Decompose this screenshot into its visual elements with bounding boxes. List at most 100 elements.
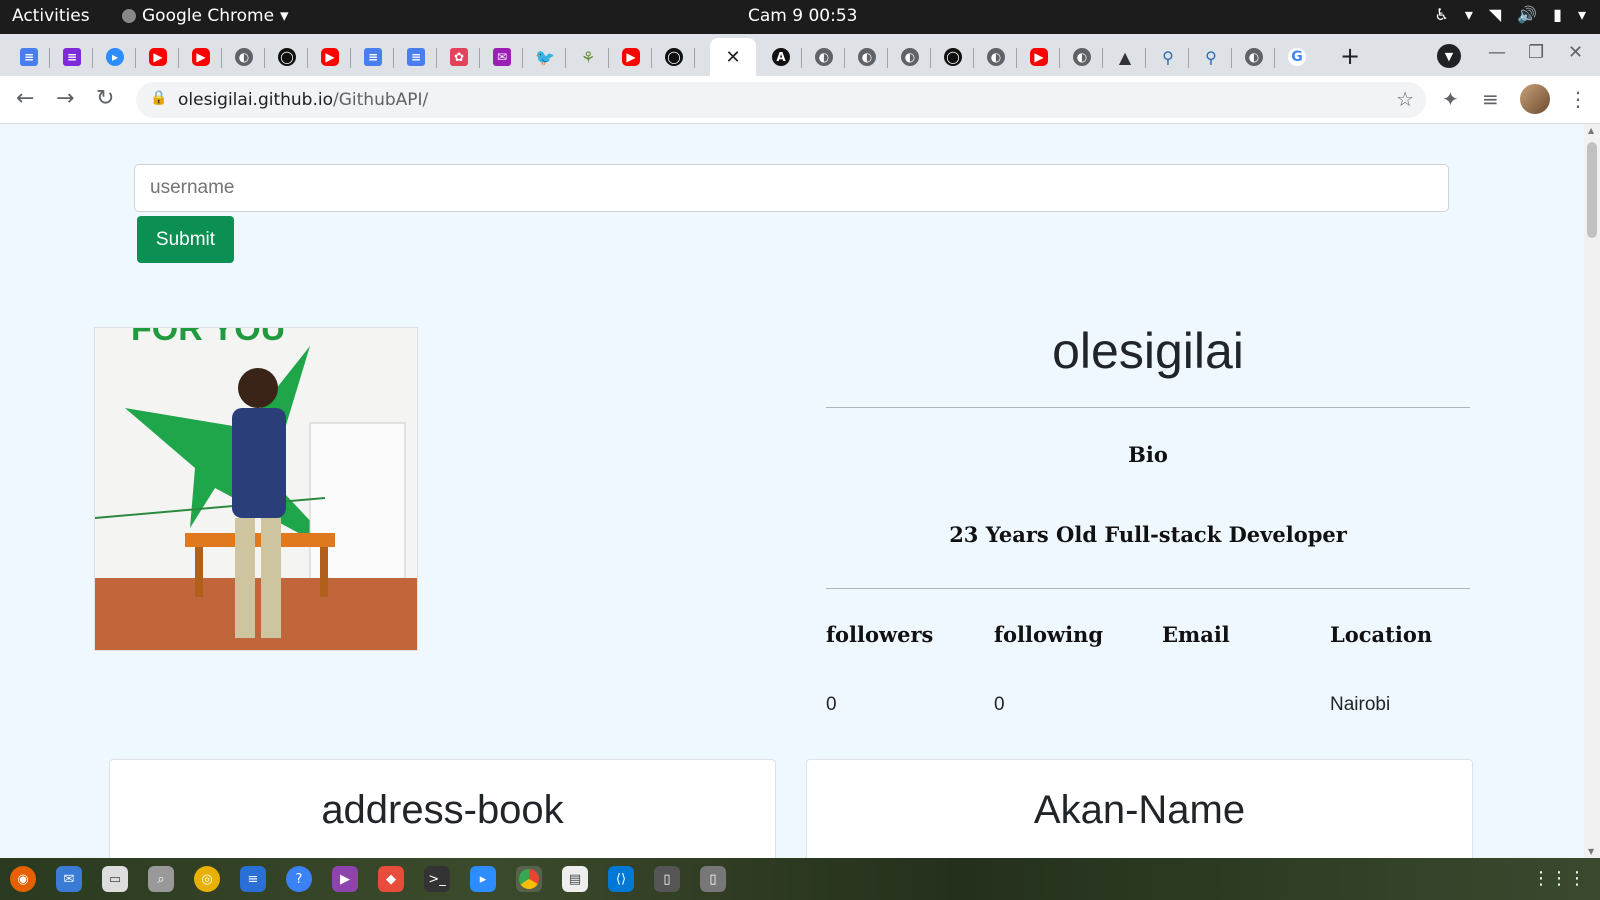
files-icon[interactable]: ▭ — [102, 866, 128, 892]
repo-name[interactable]: address-book — [110, 788, 775, 833]
tab[interactable]: ◯ — [653, 38, 695, 76]
zoom-icon: ▸ — [106, 48, 124, 66]
system-tray[interactable]: ♿ ▾ ◥ 🔊 ▮ ▾ — [1435, 5, 1586, 24]
scrollbar-thumb[interactable] — [1587, 142, 1597, 238]
forward-icon[interactable]: → — [56, 86, 74, 111]
writer-icon[interactable]: ≡ — [240, 866, 266, 892]
usb-drive-icon[interactable]: ▯ — [654, 866, 680, 892]
show-apps-icon[interactable]: ⋮⋮⋮ — [1532, 868, 1586, 889]
globe-icon: ◐ — [901, 48, 919, 66]
reload-icon[interactable]: ↻ — [96, 86, 114, 111]
window-close-icon[interactable]: ✕ — [1568, 42, 1583, 63]
tab[interactable]: ⚲ — [1147, 38, 1189, 76]
battery-icon: ▮ — [1553, 5, 1562, 24]
tab[interactable]: ▶ — [1018, 38, 1060, 76]
tab[interactable]: ✉ — [481, 38, 523, 76]
minimize-icon[interactable]: — — [1488, 42, 1506, 63]
location-value: Nairobi — [1330, 694, 1391, 715]
tab[interactable]: ▸ — [94, 38, 136, 76]
tree-icon: ⚘ — [580, 47, 596, 67]
clock[interactable]: Cam 9 00:53 — [748, 6, 857, 26]
tab[interactable]: ▶ — [309, 38, 351, 76]
tab[interactable]: ≡ — [352, 38, 394, 76]
close-icon[interactable]: ✕ — [725, 47, 740, 68]
new-tab-button[interactable]: + — [1334, 40, 1366, 72]
media-control-icon[interactable]: ≡ — [1482, 87, 1499, 111]
tab[interactable]: ⚘ — [567, 38, 609, 76]
restore-icon[interactable]: ❐ — [1528, 42, 1544, 63]
image-viewer-icon[interactable]: ⌕ — [148, 866, 174, 892]
repo-name[interactable]: Akan-Name — [807, 788, 1472, 833]
repo-card[interactable]: Akan-Name — [806, 759, 1473, 858]
tab[interactable]: ◐ — [1061, 38, 1103, 76]
tab[interactable]: ≡ — [51, 38, 93, 76]
tab[interactable]: ▶ — [610, 38, 652, 76]
bio-label: Bio — [1128, 442, 1168, 467]
following-label: following — [994, 622, 1104, 647]
vscode-icon[interactable]: ⟨⟩ — [608, 866, 634, 892]
scroll-down-icon[interactable]: ▼ — [1588, 847, 1594, 856]
tab[interactable]: ◐ — [889, 38, 931, 76]
tab[interactable]: ▶ — [137, 38, 179, 76]
tab[interactable]: G — [1276, 38, 1318, 76]
lock-icon[interactable]: 🔒 — [150, 90, 167, 106]
tab[interactable]: ◯ — [266, 38, 308, 76]
submit-button[interactable]: Submit — [137, 216, 234, 263]
avatar[interactable] — [1520, 84, 1550, 114]
tab[interactable]: ◐ — [975, 38, 1017, 76]
repo-card[interactable]: address-book — [109, 759, 776, 858]
chevron-down-icon: ▾ — [1577, 5, 1586, 24]
firefox-icon[interactable]: ◉ — [10, 866, 36, 892]
username-input[interactable] — [134, 164, 1449, 212]
graduation-cap-icon: ▲ — [1118, 47, 1132, 67]
tab[interactable]: 🐦 — [524, 38, 566, 76]
help-icon[interactable]: ? — [286, 866, 312, 892]
app-menu[interactable]: Google Chrome ▾ — [122, 6, 289, 26]
url-text[interactable]: olesigilai.github.io/GithubAPI/ — [178, 90, 428, 110]
removable-drive-icon[interactable]: ▯ — [700, 866, 726, 892]
anydesk-icon[interactable]: ◆ — [378, 866, 404, 892]
document-viewer-icon[interactable]: ▤ — [562, 866, 588, 892]
chrome-icon[interactable] — [516, 866, 542, 892]
docs-icon: ≡ — [407, 48, 425, 66]
tab[interactable]: ▲ — [1104, 38, 1146, 76]
youtube-icon: ▶ — [149, 48, 167, 66]
menu-dots-icon[interactable]: ⋮ — [1568, 87, 1588, 111]
globe-icon: ◐ — [1245, 48, 1263, 66]
tab[interactable]: ✿ — [438, 38, 480, 76]
scroll-up-icon[interactable]: ▲ — [1588, 126, 1594, 135]
tab[interactable]: ≡ — [8, 38, 50, 76]
video-icon[interactable]: ▶ — [332, 866, 358, 892]
page-scrollbar[interactable]: ▲ ▼ — [1584, 124, 1600, 858]
tab-active[interactable]: ✕ — [710, 38, 756, 76]
back-icon[interactable]: ← — [16, 86, 34, 111]
tab[interactable]: ◯ — [932, 38, 974, 76]
tab[interactable]: ◐ — [803, 38, 845, 76]
tab[interactable]: ▶ — [180, 38, 222, 76]
youtube-icon: ▶ — [192, 48, 210, 66]
github-icon: ◯ — [278, 48, 296, 66]
twitter-icon: 🐦 — [535, 47, 555, 67]
extensions-icon[interactable]: ✦ — [1442, 87, 1459, 111]
tab[interactable]: ◐ — [1233, 38, 1275, 76]
thunderbird-icon[interactable]: ✉ — [56, 866, 82, 892]
tab-strip: ≡ ≡ ▸ ▶ ▶ ◐ ◯ ▶ ≡ ≡ ✿ ✉ 🐦 ⚘ ▶ ◯ ✕ A ◐ ◐ … — [0, 34, 1600, 76]
accessibility-icon[interactable]: ♿ — [1435, 5, 1449, 24]
tab[interactable]: ◐ — [846, 38, 888, 76]
rhythmbox-icon[interactable]: ◎ — [194, 866, 220, 892]
tab-search-icon[interactable]: ▼ — [1437, 44, 1461, 68]
tab[interactable]: A — [760, 38, 802, 76]
taskbar-dock: ◉ ✉ ▭ ⌕ ◎ ≡ ? ▶ ◆ >_ ▸ ▤ ⟨⟩ ▯ ▯ ⋮⋮⋮ — [0, 858, 1600, 900]
globe-icon: ◐ — [987, 48, 1005, 66]
google-icon: G — [1288, 48, 1306, 66]
globe-icon: ◐ — [815, 48, 833, 66]
activities-button[interactable]: Activities — [12, 6, 90, 26]
address-bar[interactable]: 🔒 olesigilai.github.io/GithubAPI/ ☆ — [136, 82, 1426, 118]
tab[interactable]: ◐ — [223, 38, 265, 76]
tab[interactable]: ⚲ — [1190, 38, 1232, 76]
svg-text:FOR YOU: FOR YOU — [131, 328, 285, 348]
terminal-icon[interactable]: >_ — [424, 866, 450, 892]
tab[interactable]: ≡ — [395, 38, 437, 76]
zoom-icon[interactable]: ▸ — [470, 866, 496, 892]
bookmark-star-icon[interactable]: ☆ — [1396, 87, 1414, 111]
